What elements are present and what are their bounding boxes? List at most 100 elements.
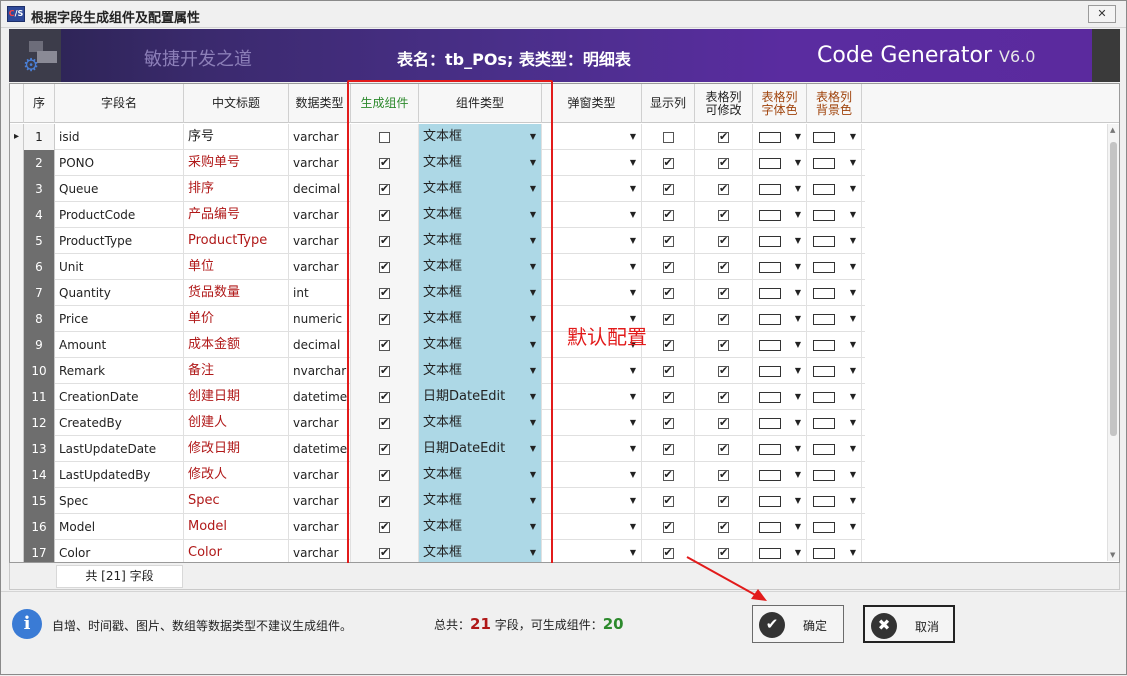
show-checkbox[interactable] [642,228,695,254]
dtype-cell[interactable]: varchar [289,462,351,488]
font-color-picker[interactable]: ▼ [753,358,807,384]
field-name-cell[interactable]: PONO [55,150,184,176]
editable-checkbox[interactable] [695,436,753,462]
popup-type-select[interactable]: ▼ [542,462,642,488]
col-editable[interactable]: 表格列 可修改 [695,84,753,123]
dtype-cell[interactable]: int [289,280,351,306]
row-indicator-icon[interactable] [10,540,24,562]
col-field[interactable]: 字段名 [55,84,184,123]
font-color-picker[interactable]: ▼ [753,488,807,514]
font-color-picker[interactable]: ▼ [753,384,807,410]
dtype-cell[interactable]: varchar [289,514,351,540]
field-name-cell[interactable]: Price [55,306,184,332]
col-bg-color[interactable]: 表格列 背景色 [807,84,862,123]
generate-checkbox[interactable] [351,384,419,410]
show-checkbox[interactable] [642,124,695,150]
popup-type-select[interactable]: ▼ [542,202,642,228]
font-color-picker[interactable]: ▼ [753,410,807,436]
row-indicator-icon[interactable] [10,306,24,332]
show-checkbox[interactable] [642,332,695,358]
generate-checkbox[interactable] [351,254,419,280]
col-caption[interactable]: 中文标题 [184,84,289,123]
row-indicator-icon[interactable] [10,358,24,384]
generate-checkbox[interactable] [351,540,419,562]
show-checkbox[interactable] [642,150,695,176]
generate-checkbox[interactable] [351,332,419,358]
show-checkbox[interactable] [642,462,695,488]
row-indicator-icon[interactable] [10,462,24,488]
table-row[interactable]: 3Queue排序decimal文本框▼▼▼▼ [10,176,865,202]
caption-cell[interactable]: 排序 [184,176,289,202]
bg-color-picker[interactable]: ▼ [807,150,862,176]
bg-color-picker[interactable]: ▼ [807,384,862,410]
bg-color-picker[interactable]: ▼ [807,202,862,228]
table-row[interactable]: 9Amount成本金额decimal文本框▼▼▼▼ [10,332,865,358]
editable-checkbox[interactable] [695,410,753,436]
font-color-picker[interactable]: ▼ [753,332,807,358]
component-type-select[interactable]: 文本框 ▼ [419,358,542,384]
field-name-cell[interactable]: Quantity [55,280,184,306]
col-component-type[interactable]: 组件类型 [419,84,542,123]
bg-color-picker[interactable]: ▼ [807,228,862,254]
row-indicator-icon[interactable] [10,514,24,540]
close-icon[interactable]: ✕ [1088,5,1116,23]
field-name-cell[interactable]: Amount [55,332,184,358]
component-type-select[interactable]: 文本框 ▼ [419,124,542,150]
caption-cell[interactable]: 成本金额 [184,332,289,358]
col-seq[interactable]: 序 [24,84,55,123]
editable-checkbox[interactable] [695,514,753,540]
bg-color-picker[interactable]: ▼ [807,358,862,384]
field-name-cell[interactable]: Queue [55,176,184,202]
show-checkbox[interactable] [642,202,695,228]
font-color-picker[interactable]: ▼ [753,462,807,488]
ok-button[interactable]: ✔ 确定 [752,605,844,643]
show-checkbox[interactable] [642,176,695,202]
component-type-select[interactable]: 日期DateEdit ▼ [419,384,542,410]
col-dtype[interactable]: 数据类型 [289,84,351,123]
editable-checkbox[interactable] [695,280,753,306]
dtype-cell[interactable]: numeric [289,306,351,332]
dtype-cell[interactable]: varchar [289,228,351,254]
bg-color-picker[interactable]: ▼ [807,462,862,488]
dtype-cell[interactable]: decimal [289,332,351,358]
font-color-picker[interactable]: ▼ [753,176,807,202]
row-indicator-icon[interactable] [10,176,24,202]
generate-checkbox[interactable] [351,436,419,462]
component-type-select[interactable]: 文本框 ▼ [419,228,542,254]
dtype-cell[interactable]: varchar [289,124,351,150]
editable-checkbox[interactable] [695,150,753,176]
col-popup-type[interactable]: 弹窗类型 [542,84,642,123]
dtype-cell[interactable]: varchar [289,254,351,280]
popup-type-select[interactable]: ▼ [542,514,642,540]
font-color-picker[interactable]: ▼ [753,540,807,562]
table-row[interactable]: 12CreatedBy创建人varchar文本框▼▼▼▼ [10,410,865,436]
font-color-picker[interactable]: ▼ [753,254,807,280]
scroll-up-icon[interactable]: ▲ [1110,126,1115,134]
caption-cell[interactable]: Model [184,514,289,540]
generate-checkbox[interactable] [351,176,419,202]
popup-type-select[interactable]: ▼ [542,410,642,436]
row-indicator-icon[interactable] [10,332,24,358]
row-indicator-icon[interactable] [10,254,24,280]
bg-color-picker[interactable]: ▼ [807,306,862,332]
row-indicator-icon[interactable] [10,202,24,228]
generate-checkbox[interactable] [351,514,419,540]
field-name-cell[interactable]: Unit [55,254,184,280]
popup-type-select[interactable]: ▼ [542,358,642,384]
editable-checkbox[interactable] [695,254,753,280]
table-row[interactable]: 4ProductCode产品编号varchar文本框▼▼▼▼ [10,202,865,228]
show-checkbox[interactable] [642,254,695,280]
table-row[interactable]: 14LastUpdatedBy修改人varchar文本框▼▼▼▼ [10,462,865,488]
editable-checkbox[interactable] [695,176,753,202]
component-type-select[interactable]: 文本框 ▼ [419,176,542,202]
table-row[interactable]: 11CreationDate创建日期datetime日期DateEdit▼▼▼▼ [10,384,865,410]
popup-type-select[interactable]: ▼ [542,436,642,462]
component-type-select[interactable]: 文本框 ▼ [419,514,542,540]
col-generate[interactable]: 生成组件 [351,84,419,123]
font-color-picker[interactable]: ▼ [753,150,807,176]
row-indicator-icon[interactable] [10,436,24,462]
editable-checkbox[interactable] [695,332,753,358]
caption-cell[interactable]: 单价 [184,306,289,332]
popup-type-select[interactable]: ▼ [542,150,642,176]
caption-cell[interactable]: 货品数量 [184,280,289,306]
